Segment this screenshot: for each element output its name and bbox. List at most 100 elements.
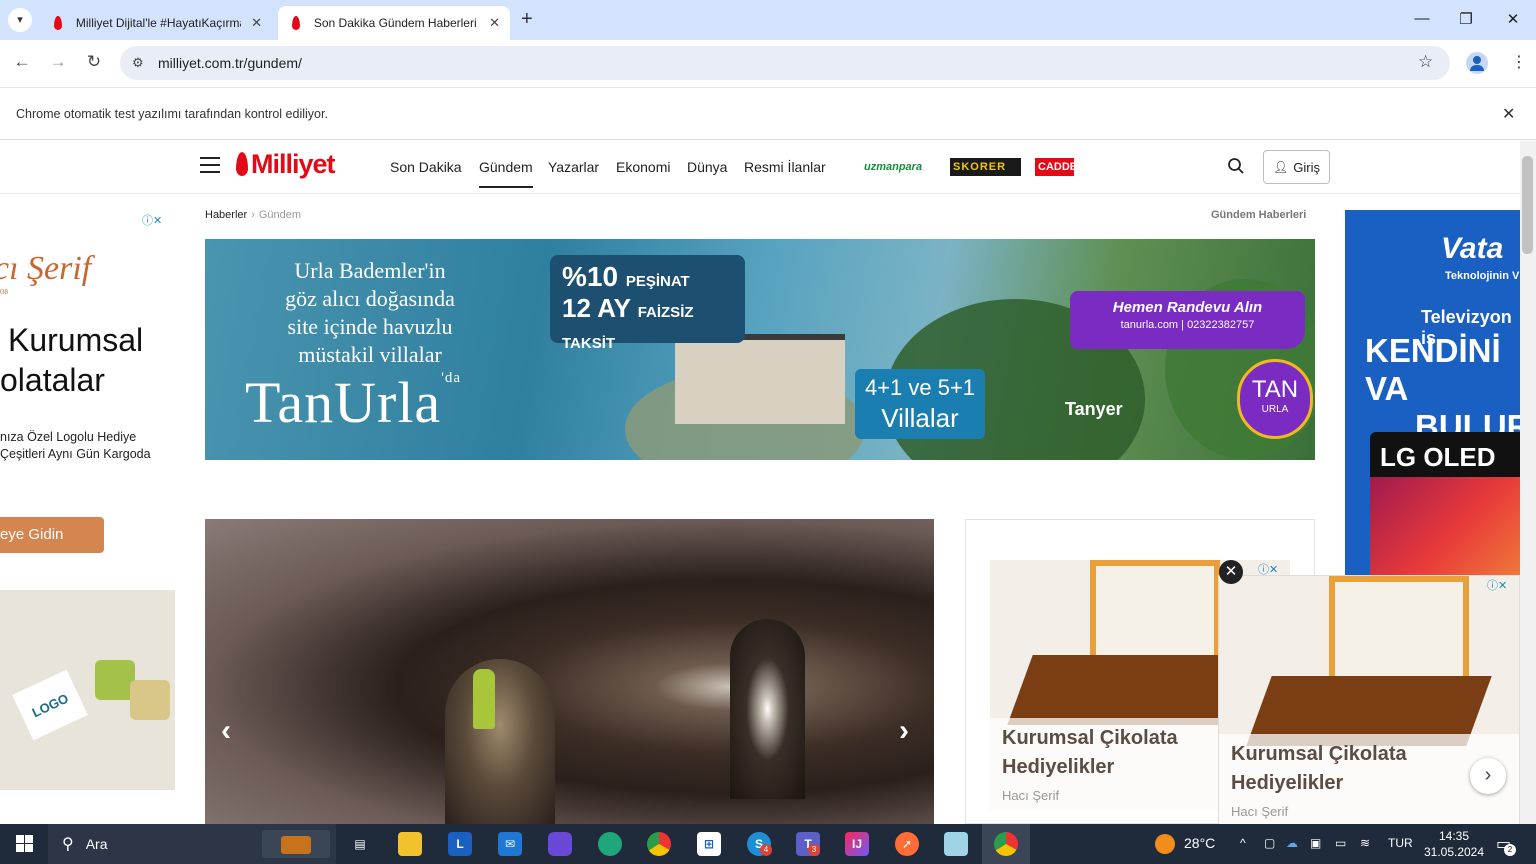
new-tab-button[interactable]: + [521, 8, 533, 31]
sticky-ad-close-icon[interactable]: ✕ [1219, 560, 1243, 584]
teams-badge: 3 [808, 844, 820, 856]
forward-icon[interactable]: → [47, 52, 69, 72]
tab-search-button[interactable]: ▾ [8, 8, 32, 32]
close-window-icon[interactable]: ✕ [1503, 10, 1523, 28]
windows-start-icon[interactable] [16, 835, 33, 852]
menu-resmi-ilanlar[interactable]: Resmi İlanlar [744, 159, 826, 175]
partner-skorer[interactable]: SKORER [950, 158, 1021, 176]
login-button[interactable]: 👤︎ Giriş [1263, 150, 1330, 184]
close-infobar-icon[interactable]: ✕ [1502, 104, 1515, 124]
reload-icon[interactable]: ↻ [83, 52, 105, 72]
right-ad-tagline: Teknolojinin V [1445, 270, 1520, 282]
carousel-next-icon[interactable]: › [899, 714, 909, 748]
chocolate-tray-image [1007, 655, 1253, 725]
site-header: Milliyet Son Dakika Gündem Yazarlar Ekon… [0, 141, 1520, 194]
store-icon[interactable]: ⊞ [697, 832, 721, 856]
news-carousel[interactable]: ‹ › [205, 519, 934, 824]
tab-title: Son Dakika Gündem Haberleri - [313, 16, 480, 30]
worker-figure [473, 669, 495, 729]
postman-icon[interactable]: ➚ [895, 832, 919, 856]
section-title: Gündem Haberleri [1211, 209, 1307, 221]
notification-count: 2 [1504, 844, 1516, 856]
milliyet-favicon-icon [54, 16, 62, 30]
banner-text: Urla Bademler'in göz alıcı doğasında site … [285, 258, 455, 367]
chrome-active-icon[interactable] [982, 824, 1030, 864]
left-skyscraper-ad[interactable]: ⓘ✕ cı Şerif1938 Kurumsalolatalar nıza Öz… [0, 210, 175, 825]
login-label: Giriş [1293, 159, 1320, 175]
display-icon[interactable]: ▣ [1310, 836, 1321, 850]
address-bar[interactable]: ⚙ milliyet.com.tr/gundem/ ☆ [120, 46, 1450, 80]
intellij-icon[interactable]: IJ [845, 832, 869, 856]
chevron-up-icon[interactable]: ^ [1240, 836, 1246, 850]
breadcrumb-haberler[interactable]: Haberler [205, 209, 247, 221]
clock[interactable]: 14:35 31.05.2024 [1420, 828, 1488, 860]
edge-icon[interactable] [598, 832, 622, 856]
restore-icon[interactable]: ❐ [1456, 10, 1476, 28]
language-indicator[interactable]: TUR [1388, 836, 1413, 850]
minimize-icon[interactable]: — [1412, 10, 1432, 27]
milliyet-favicon-icon [292, 16, 300, 30]
right-ad-headline: KENDİNİ VABULURS [1365, 332, 1520, 445]
carousel-prev-icon[interactable]: ‹ [221, 714, 231, 748]
menu-dunya[interactable]: Dünya [687, 159, 727, 175]
partner-cadde[interactable]: CADDE [1035, 158, 1077, 176]
site-info-icon[interactable]: ⚙ [132, 55, 152, 71]
weather-sun-icon[interactable] [1155, 834, 1175, 854]
banner-brand: TanUrla'da [245, 370, 462, 435]
menu-son-dakika[interactable]: Son Dakika [390, 159, 462, 175]
tanurla-logo: TAN URLA [1237, 359, 1313, 439]
breadcrumb-current: Gündem [258, 209, 302, 221]
profile-icon[interactable] [1466, 52, 1488, 74]
weather-temp[interactable]: 28°C [1184, 835, 1215, 851]
tanyer-logo: Tanyer [1065, 399, 1123, 419]
browser-toolbar: ← → ↻ ⚙ milliyet.com.tr/gundem/ ☆ ⋮ [0, 40, 1536, 87]
taskbar-search-label: Ara [85, 836, 108, 852]
tanurla-banner-ad[interactable]: Urla Bademler'in göz alıcı doğasında site … [205, 239, 1315, 460]
menu-kebab-icon[interactable]: ⋮ [1511, 52, 1527, 72]
milliyet-logo[interactable]: Milliyet [236, 149, 336, 180]
menu-yazarlar[interactable]: Yazarlar [548, 159, 599, 175]
adchoices-icon[interactable]: ⓘ✕ [1487, 577, 1507, 593]
infobar-message: Chrome otomatik test yazılımı tarafından… [16, 107, 328, 121]
chocolate-box-lid-image [1090, 560, 1220, 670]
left-ad-headline: Kurumsal olatalar [0, 322, 144, 398]
mail-icon[interactable]: ✉ [498, 832, 522, 856]
chrome-icon[interactable] [647, 832, 671, 856]
wifi-icon[interactable]: ≋ [1360, 836, 1370, 850]
l-app-icon[interactable]: L [448, 832, 472, 856]
onedrive-icon[interactable]: ☁ [1286, 836, 1298, 850]
search-icon[interactable] [1227, 157, 1245, 180]
menu-gundem[interactable]: Gündem [479, 159, 533, 188]
menu-ekonomi[interactable]: Ekonomi [616, 159, 670, 175]
user-icon: 👤︎ [1273, 160, 1289, 174]
close-tab-icon[interactable]: ✕ [489, 15, 500, 31]
back-icon[interactable]: ← [11, 52, 33, 72]
briefcase-icon[interactable] [262, 830, 330, 858]
tab-strip: ▾ Milliyet Dijital'le #HayatıKaçırma ✕ S… [0, 0, 1536, 40]
adchoices-icon[interactable]: ⓘ✕ [142, 212, 162, 228]
tab-title: Milliyet Dijital'le #HayatıKaçırma [75, 16, 242, 30]
tray-app-icon[interactable]: ▢ [1264, 836, 1275, 850]
scrollbar-thumb[interactable] [1522, 156, 1533, 254]
notepad-icon[interactable] [944, 832, 968, 856]
tunnel-image [445, 659, 555, 824]
tab-active[interactable]: Son Dakika Gündem Haberleri - ✕ [278, 6, 510, 40]
hamburger-menu-icon[interactable] [200, 157, 220, 178]
banner-appointment: Hemen Randevu Alın tanurla.com | 0232238… [1070, 291, 1305, 349]
banner-offer: %10 PEŞİNAT 12 AY FAİZSİZ TAKSİT [550, 255, 745, 352]
sticky-ad-next-icon[interactable]: › [1470, 758, 1506, 794]
right-skyscraper-ad[interactable]: Vata Teknolojinin V Televizyon is KENDİN… [1345, 210, 1520, 575]
chocolate-box-lid-image [1329, 576, 1469, 686]
skype-badge: 4 [760, 844, 772, 856]
left-ad-subtext: nıza Özel Logolu Hediye Çeşitleri Aynı Gü… [0, 430, 151, 461]
tab-inactive[interactable]: Milliyet Dijital'le #HayatıKaçırma ✕ [40, 6, 272, 40]
partner-uzmanpara[interactable]: uzmanpara [861, 158, 925, 176]
file-explorer-icon[interactable] [398, 832, 422, 856]
left-ad-cta-button[interactable]: eye Gidin [0, 517, 104, 553]
copilot-icon[interactable] [548, 832, 572, 856]
bookmark-star-icon[interactable]: ☆ [1418, 52, 1433, 72]
chevron-right-icon: › [251, 209, 255, 221]
task-view-icon[interactable]: ▤ [348, 832, 372, 856]
battery-icon[interactable]: ▭ [1335, 836, 1346, 850]
close-tab-icon[interactable]: ✕ [251, 15, 262, 31]
